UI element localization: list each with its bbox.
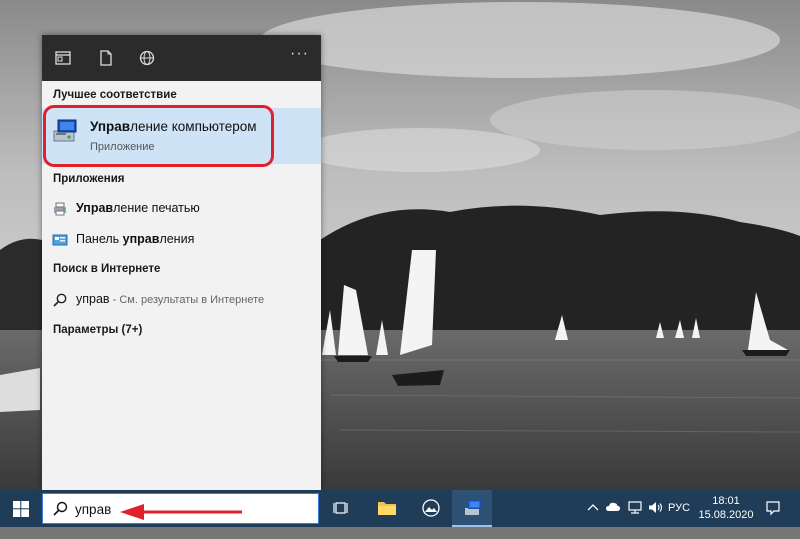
show-hidden-icons-button[interactable] <box>587 502 599 539</box>
document-icon[interactable] <box>97 49 117 67</box>
highlight-ring <box>43 105 274 167</box>
notification-icon <box>766 501 780 516</box>
search-icon <box>52 293 68 307</box>
best-match-heading: Лучшее соответствие <box>53 89 177 101</box>
taskbar-app-file-explorer[interactable] <box>366 490 406 527</box>
web-icon[interactable] <box>138 49 158 67</box>
task-view-button[interactable] <box>322 490 362 527</box>
photos-icon <box>422 499 440 517</box>
cloud-icon <box>606 502 620 511</box>
apps-icon[interactable] <box>54 49 74 67</box>
language-indicator[interactable]: РУС <box>668 502 690 514</box>
settings-heading[interactable]: Параметры (7+) <box>53 324 142 336</box>
flyout-filter-bar: ··· <box>42 35 321 81</box>
annotation-arrow <box>120 504 242 520</box>
web-search-heading: Поиск в Интернете <box>53 263 161 275</box>
task-view-icon <box>333 502 348 514</box>
print-management-icon <box>52 202 68 216</box>
clock[interactable]: 18:01 15.08.2020 <box>695 494 757 522</box>
taskbar-app-computer-management[interactable] <box>452 490 492 527</box>
computer-management-icon <box>465 500 481 515</box>
clock-time: 18:01 <box>712 495 740 507</box>
folder-icon <box>378 502 396 515</box>
network-button[interactable] <box>627 501 643 538</box>
taskbar-app-photos[interactable] <box>410 490 450 527</box>
control-panel-icon <box>52 233 68 247</box>
clock-date: 15.08.2020 <box>698 509 754 521</box>
list-item-label: Панель управления <box>76 232 195 246</box>
speaker-icon <box>649 502 663 513</box>
web-search-label: управ - См. результаты в Интернете <box>76 292 265 306</box>
list-item-label: Управление печатью <box>76 201 200 215</box>
windows-icon <box>13 501 29 517</box>
search-flyout: ··· Лучшее соответствие Управление компь… <box>42 35 321 490</box>
list-item-print-management[interactable]: Управление печатью <box>42 195 321 223</box>
network-icon <box>628 501 642 514</box>
chevron-up-icon <box>587 504 599 511</box>
volume-button[interactable] <box>648 501 664 538</box>
web-search-result[interactable]: управ - См. результаты в Интернете <box>42 286 321 314</box>
apps-heading: Приложения <box>53 173 125 185</box>
list-item-control-panel[interactable]: Панель управления <box>42 226 321 254</box>
onedrive-button[interactable] <box>605 501 621 538</box>
start-button[interactable] <box>0 490 42 527</box>
more-options-button[interactable]: ··· <box>290 45 309 63</box>
notifications-button[interactable] <box>765 500 781 537</box>
search-icon <box>53 501 68 516</box>
